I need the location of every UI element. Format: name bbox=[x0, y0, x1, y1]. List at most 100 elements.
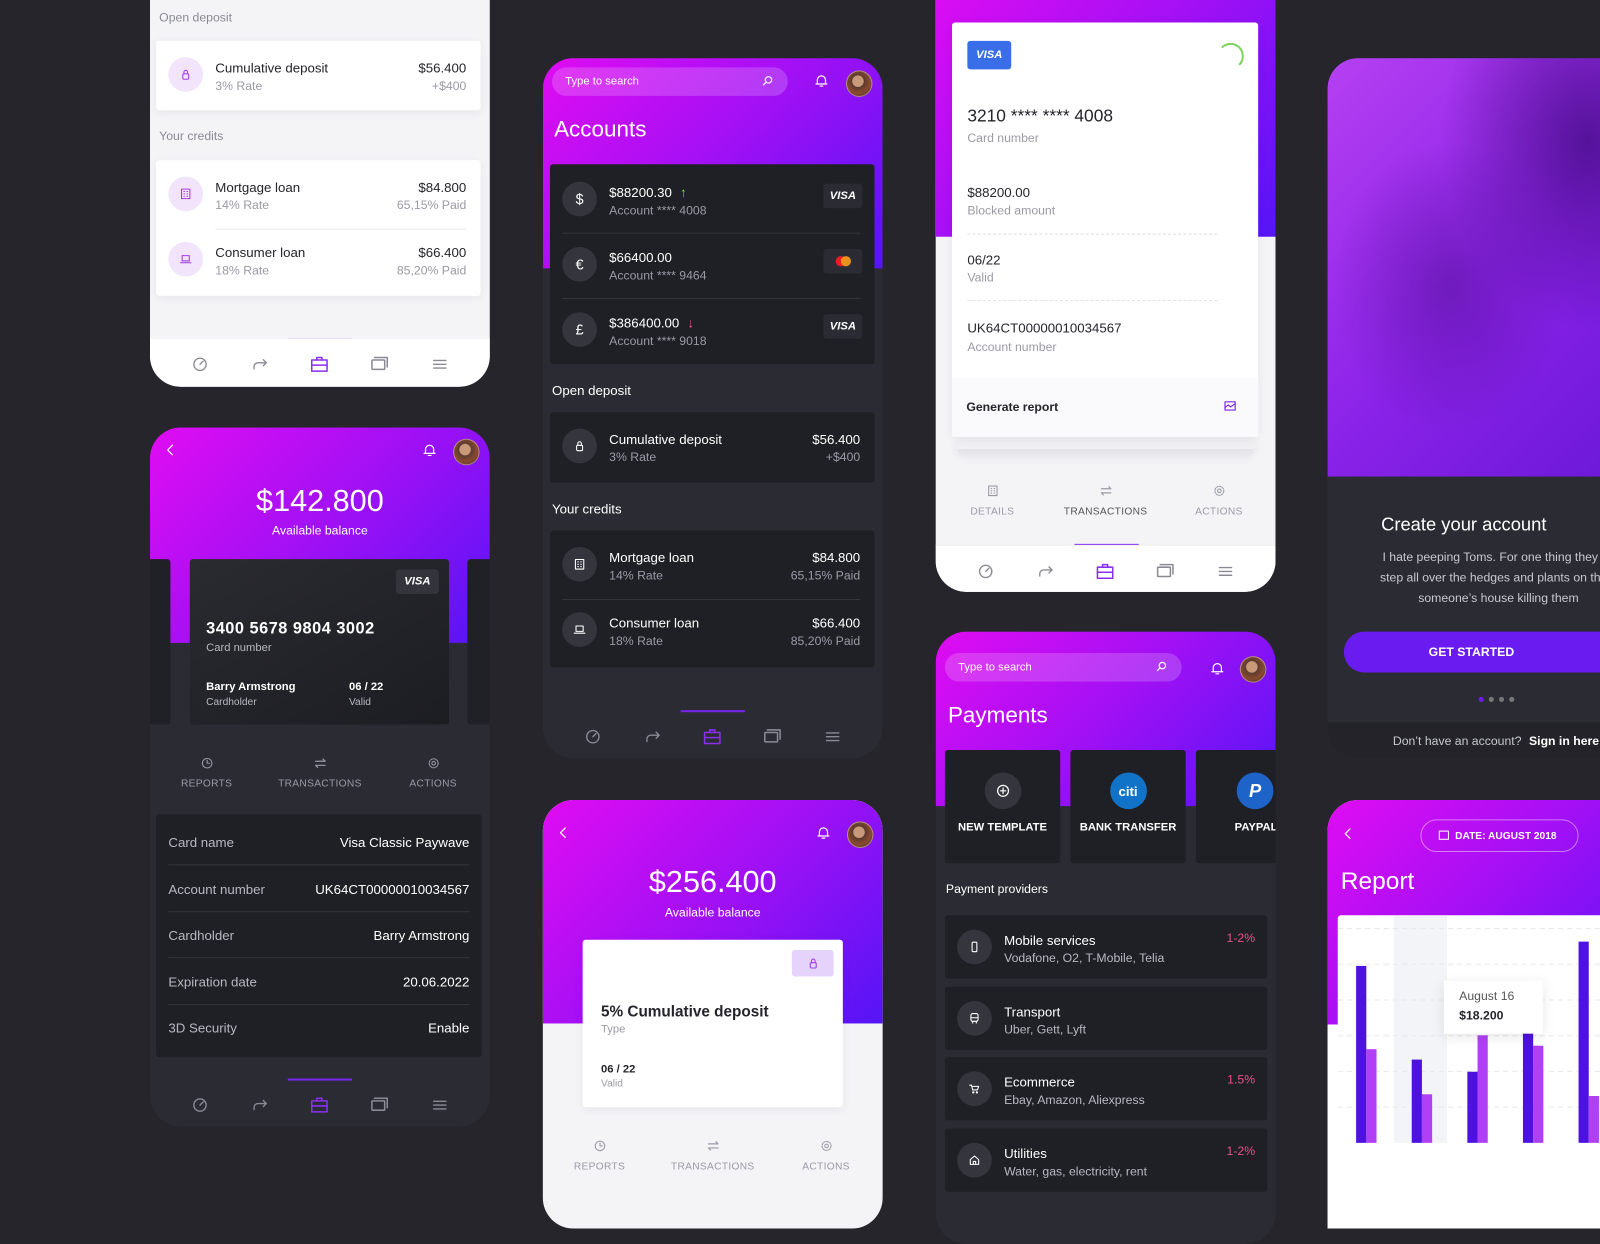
nav-dashboard-icon[interactable] bbox=[189, 353, 211, 375]
nav-cards-icon[interactable] bbox=[368, 353, 390, 375]
tab-details[interactable]: DETAILS bbox=[936, 480, 1048, 517]
search-input[interactable]: Type to search bbox=[944, 653, 1182, 682]
gear-icon bbox=[377, 752, 489, 774]
credit-card[interactable]: VISA 3400 5678 9804 3002 Card number Bar… bbox=[189, 559, 449, 725]
bell-icon[interactable] bbox=[813, 72, 829, 93]
page-dots bbox=[1478, 696, 1515, 703]
tab-actions[interactable]: ACTIONS bbox=[377, 752, 489, 790]
credits-card: Mortgage loan 14% Rate $84.800 65,15% Pa… bbox=[549, 530, 875, 668]
visa-logo: VISA bbox=[823, 314, 863, 339]
balance: $142.800 bbox=[256, 484, 384, 519]
nav-portfolio-icon[interactable] bbox=[702, 726, 724, 748]
credits-label: Your credits bbox=[552, 501, 622, 517]
tab-label: REPORTS bbox=[573, 1161, 626, 1173]
nav-transfer-icon[interactable] bbox=[249, 1094, 271, 1116]
tab-transactions[interactable]: TRANSACTIONS bbox=[1049, 480, 1161, 517]
back-icon[interactable] bbox=[162, 442, 178, 463]
credit-row[interactable]: Consumer loan 18% Rate $66.400 85,20% Pa… bbox=[156, 228, 480, 293]
tile-bank-transfer[interactable]: citi BANK TRANSFER bbox=[1070, 749, 1186, 864]
tab-reports[interactable]: REPORTS bbox=[543, 1135, 655, 1173]
footer-text: Don’t have an account? bbox=[1392, 733, 1522, 748]
prev-card[interactable] bbox=[149, 559, 171, 725]
credit-row[interactable]: Mortgage loan 14% Rate $84.800 65,15% Pa… bbox=[156, 162, 480, 227]
bell-icon[interactable] bbox=[1209, 660, 1225, 681]
nav-portfolio-icon[interactable] bbox=[1094, 560, 1116, 582]
nav-menu-icon[interactable] bbox=[428, 1094, 450, 1116]
blocked-amount: $88200.00 bbox=[967, 184, 1031, 200]
card-number: 3210 **** **** 4008 bbox=[967, 106, 1113, 126]
bus-icon bbox=[957, 1000, 992, 1036]
credit-paid: 65,15% Paid bbox=[790, 568, 861, 583]
swap-icon bbox=[264, 752, 376, 774]
tile-paypal[interactable]: P PAYPAL bbox=[1195, 749, 1276, 864]
nav-cards-icon[interactable] bbox=[1154, 560, 1176, 582]
search-input[interactable]: Type to search bbox=[552, 67, 788, 96]
tab-reports[interactable]: REPORTS bbox=[151, 752, 263, 790]
deposit-card[interactable]: Cumulative deposit 3% Rate $56.400 +$400 bbox=[549, 412, 875, 483]
page-dot[interactable] bbox=[1488, 696, 1494, 703]
tile-new-template[interactable]: NEW TEMPLATE bbox=[944, 749, 1061, 864]
mastercard-logo bbox=[823, 248, 863, 274]
nav-dashboard-icon[interactable] bbox=[582, 726, 604, 748]
account-row[interactable]: € $66400.00 Account **** 9464 bbox=[550, 233, 874, 298]
account-row[interactable]: $ $88200.30 ↑ Account **** 4008 VISA bbox=[550, 167, 874, 232]
detail-row: Cardholder Barry Armstrong bbox=[168, 912, 469, 959]
credit-row[interactable]: Consumer loan 18% Rate $66.400 85,20% Pa… bbox=[550, 598, 874, 663]
page-dot-active[interactable] bbox=[1478, 696, 1484, 703]
page-dot[interactable] bbox=[1509, 696, 1515, 703]
deposit-title: 5% Cumulative deposit bbox=[601, 1003, 769, 1021]
deposit-row[interactable]: Cumulative deposit 3% Rate $56.400 +$400 bbox=[550, 414, 874, 479]
tab-transactions[interactable]: TRANSACTIONS bbox=[657, 1135, 769, 1172]
avatar[interactable] bbox=[846, 821, 874, 848]
credit-paid: 85,20% Paid bbox=[790, 633, 861, 648]
nav-cards-icon[interactable] bbox=[761, 726, 783, 748]
bell-icon[interactable] bbox=[421, 442, 437, 463]
nav-transfer-icon[interactable] bbox=[249, 353, 271, 375]
account-row[interactable]: £ $386400.00 ↓ Account **** 9018 VISA bbox=[550, 298, 874, 363]
nav-transfer-icon[interactable] bbox=[642, 726, 664, 748]
tab-transactions[interactable]: TRANSACTIONS bbox=[264, 752, 376, 790]
page-dot[interactable] bbox=[1498, 696, 1505, 703]
provider-item[interactable]: Utilities Water, gas, electricity, rent 1-… bbox=[944, 1128, 1268, 1192]
nav-menu-icon[interactable] bbox=[428, 353, 450, 375]
provider-services: Uber, Gett, Lyft bbox=[1004, 1021, 1086, 1037]
balance-label: Available balance bbox=[272, 523, 368, 538]
avatar[interactable] bbox=[1239, 656, 1267, 683]
accounts-list: $ $88200.30 ↑ Account **** 4008 VISA € $66400.… bbox=[549, 164, 875, 365]
tab-actions[interactable]: ACTIONS bbox=[770, 1135, 882, 1173]
back-icon[interactable] bbox=[555, 824, 571, 845]
nav-portfolio-icon[interactable] bbox=[309, 1094, 331, 1116]
sign-in-link[interactable]: Sign in here bbox=[1529, 734, 1599, 748]
card-expiry: 06 / 22 bbox=[348, 680, 384, 693]
clock-icon bbox=[151, 752, 263, 774]
bar-series-a bbox=[1578, 941, 1589, 1143]
nav-menu-icon[interactable] bbox=[1214, 560, 1236, 582]
avatar[interactable] bbox=[453, 438, 480, 466]
credit-row[interactable]: Mortgage loan 14% Rate $84.800 65,15% Pa… bbox=[550, 533, 874, 598]
deposit-row[interactable]: Cumulative deposit 3% Rate $56.400 +$400 bbox=[156, 43, 480, 108]
bell-icon[interactable] bbox=[815, 824, 831, 845]
tab-label: ACTIONS bbox=[802, 1161, 850, 1173]
nav-dashboard-icon[interactable] bbox=[975, 560, 997, 582]
date-picker-button[interactable]: DATE: AUGUST 2018 bbox=[1420, 819, 1579, 853]
nav-cards-icon[interactable] bbox=[368, 1094, 390, 1116]
back-icon[interactable] bbox=[1340, 826, 1356, 847]
provider-item[interactable]: Mobile services Vodafone, O2, T-Mobile, T… bbox=[944, 915, 1268, 979]
nav-portfolio-icon[interactable] bbox=[309, 353, 331, 375]
provider-item[interactable]: Transport Uber, Gett, Lyft bbox=[944, 986, 1268, 1050]
next-card[interactable] bbox=[467, 559, 490, 725]
provider-item[interactable]: Ecommerce Ebay, Amazon, Aliexpress 1.5% bbox=[944, 1057, 1268, 1121]
nav-menu-icon[interactable] bbox=[821, 726, 843, 748]
deposit-card[interactable]: Cumulative deposit 3% Rate $56.400 +$400 bbox=[156, 40, 481, 111]
deposit-amount: $56.400 bbox=[812, 431, 861, 447]
card-tabs: REPORTS TRANSACTIONS ACTIONS bbox=[150, 752, 490, 790]
cardholder-name: Barry Armstrong bbox=[206, 680, 296, 693]
nav-dashboard-icon[interactable] bbox=[189, 1094, 211, 1116]
nav-transfer-icon[interactable] bbox=[1035, 560, 1057, 582]
deposit-card[interactable]: 5% Cumulative deposit Type 06 / 22 Valid bbox=[582, 939, 843, 1108]
get-started-button[interactable]: GET STARTED bbox=[1343, 631, 1600, 673]
tab-actions[interactable]: ACTIONS bbox=[1163, 480, 1275, 517]
generate-report-button[interactable]: Generate report bbox=[952, 377, 1259, 437]
avatar[interactable] bbox=[845, 70, 873, 97]
divider bbox=[967, 299, 1218, 302]
